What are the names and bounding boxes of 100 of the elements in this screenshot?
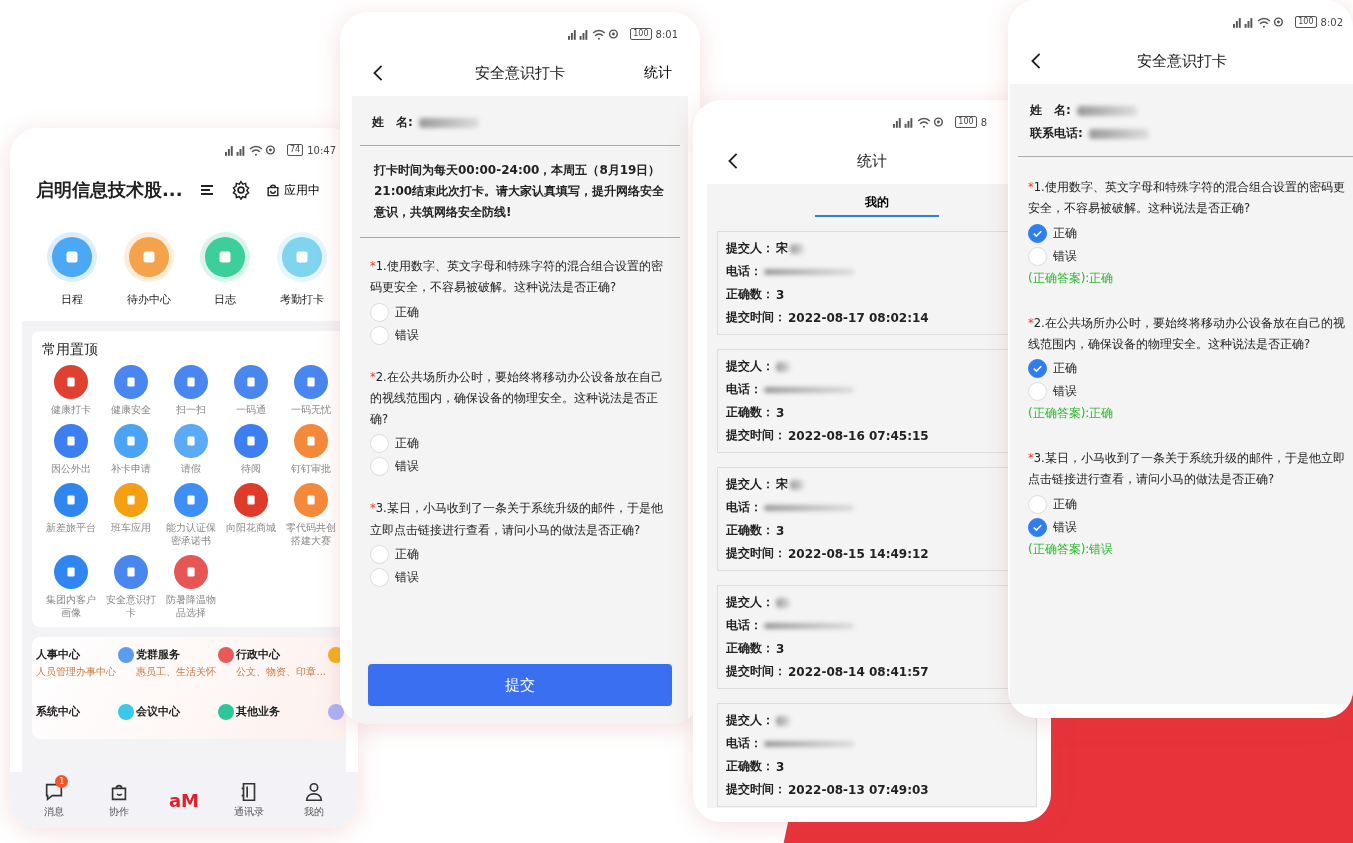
app-item[interactable]: 补卡申请 [102,424,160,475]
app-item[interactable]: 一码通 [222,365,280,416]
redacted-value [1088,128,1149,139]
redacted-value [776,597,790,608]
bag-icon [264,182,281,198]
radio-button[interactable] [1028,223,1047,243]
answer-option[interactable]: 错误 [1028,246,1347,266]
app-item[interactable]: 钉钉审批 [282,424,340,475]
answer-option[interactable]: 错误 [370,325,674,345]
redacted-value [790,243,804,254]
answer-option[interactable]: 正确 [1028,223,1347,243]
back-icon[interactable] [727,152,739,170]
notice-text: 打卡时间为每天00:00-24:00，本周五（8月19日）21:00结束此次打卡。请大家认真填写，提升网络安全意识，共筑网络安全防线! [360,146,680,238]
back-icon[interactable] [1030,52,1042,70]
app-item[interactable]: 扫一扫 [162,365,220,416]
app-center-button[interactable]: 应用中 [264,181,320,199]
correct-answer: (正确答案):正确 [1028,405,1115,423]
field-label: 提交时间： [726,309,786,326]
status-time: 8:02 [1320,16,1343,28]
submitter-name: 宋 [776,240,788,257]
app-item[interactable]: 防暑降温物品选择 [162,555,220,619]
logo-tab[interactable]: aM [159,783,209,811]
field-label: 姓 名: [372,114,413,131]
business-item[interactable]: 人事中心 人员管理办事中心 [36,643,135,692]
business-item[interactable]: 会议中心 [136,700,235,733]
section-title: 常用置顶 [42,341,99,359]
app-item[interactable]: 待阅 [222,424,280,475]
field-label: 提交人： [726,594,774,611]
radio-button[interactable] [1028,359,1047,379]
app-item[interactable]: 安全意识打卡 [102,555,160,619]
question-text: *3.某日，小马收到了一条关于系统升级的邮件，于是他立即点击链接进行查看，请问小马的做法是否正确? [370,500,664,539]
app-item[interactable]: 健康打卡 [42,365,100,416]
page-title: 统计 [857,151,887,171]
app-item[interactable]: 向阳花商城 [222,483,280,547]
tab[interactable]: 我的 [815,192,939,217]
answer-option[interactable]: 错误 [370,457,674,477]
question-text: *2.在公共场所办公时，要始终将移动办公设备放在自己的视线范围内，确保设备的物理安全。这种说法是否正确? [1028,314,1346,353]
tab-item[interactable]: 协作 [94,775,145,819]
answer-option[interactable]: 正确 [370,434,674,454]
app-item[interactable]: 新差旅平台 [42,483,100,547]
organization-title: 启明信息技术股... [36,178,183,202]
statistics-link[interactable]: 统计 [638,63,678,83]
redacted-value [790,479,804,490]
correct-answer: (正确答案):错误 [1028,540,1115,558]
field-label: 正确数： [726,404,774,421]
answer-option[interactable]: 正确 [1028,494,1347,514]
back-icon[interactable] [372,64,384,82]
score-value: 3 [776,287,785,302]
field-label: 联系电话: [1030,125,1083,142]
field-label: 正确数： [726,286,774,303]
field-label: 提交时间： [726,427,786,444]
app-item[interactable]: 班车应用 [102,483,160,547]
redacted-value [1076,105,1137,116]
battery-level: 100 [955,116,977,128]
redacted-value [776,361,790,372]
field-label: 电话： [726,617,762,634]
field-label: 提交人： [726,240,774,257]
field-label: 正确数： [726,758,774,775]
app-item[interactable]: 健康安全 [102,365,160,416]
submit-time: 2022-08-15 14:49:12 [788,546,929,561]
app-item[interactable]: 一码无忧 [282,365,340,416]
battery-level: 100 [1295,16,1317,28]
app-item[interactable]: 因公外出 [42,424,100,475]
answer-option[interactable]: 错误 [1028,382,1347,402]
battery-level: 74 [287,144,304,156]
settings-icon[interactable] [230,180,251,200]
answer-option[interactable]: 错误 [370,567,674,587]
field-label: 正确数： [726,522,774,539]
submit-time: 2022-08-14 08:41:57 [788,664,929,679]
battery-level: 100 [630,28,652,40]
score-value: 3 [776,523,785,538]
field-label: 正确数： [726,640,774,657]
tab-item[interactable]: 通讯录 [223,775,274,819]
business-item[interactable]: 党群服务 惠员工、生活关怀 [136,643,235,692]
business-item[interactable]: 其他业务 [236,700,344,733]
app-item[interactable]: 能力认证保密承诺书 [162,483,220,547]
app-item[interactable]: 请假 [162,424,220,475]
answer-option[interactable]: 正确 [370,302,674,322]
tab-item[interactable]: 我的 [288,775,339,819]
status-time: 8 [980,116,987,128]
field-label: 提交人： [726,476,774,493]
score-value: 3 [776,405,785,420]
answer-option[interactable]: 错误 [1028,517,1347,537]
app-item[interactable]: 零代码共创搭建大赛 [282,483,340,547]
business-item[interactable]: 系统中心 [36,700,135,733]
field-label: 提交人： [726,358,774,375]
tab-item[interactable]: 1 消息 [29,775,80,819]
submit-time: 2022-08-17 08:02:14 [788,310,929,325]
score-value: 3 [776,759,785,774]
answer-option[interactable]: 正确 [370,544,674,564]
submitter-name: 宋 [776,476,788,493]
field-label: 提交人： [726,712,774,729]
field-label: 电话： [726,381,762,398]
radio-button[interactable] [1028,517,1047,537]
correct-answer: (正确答案):正确 [1028,269,1115,287]
question-text: *1.使用数字、英文字母和特殊字符的混合组合设置的密码更安全，不容易被破解。这种说法是否正确? [1028,179,1346,218]
status-time: 8:01 [655,28,678,40]
submit-button[interactable]: 提交 [368,664,672,706]
answer-option[interactable]: 正确 [1028,359,1347,379]
app-item[interactable]: 集团内客户画像 [42,555,100,619]
